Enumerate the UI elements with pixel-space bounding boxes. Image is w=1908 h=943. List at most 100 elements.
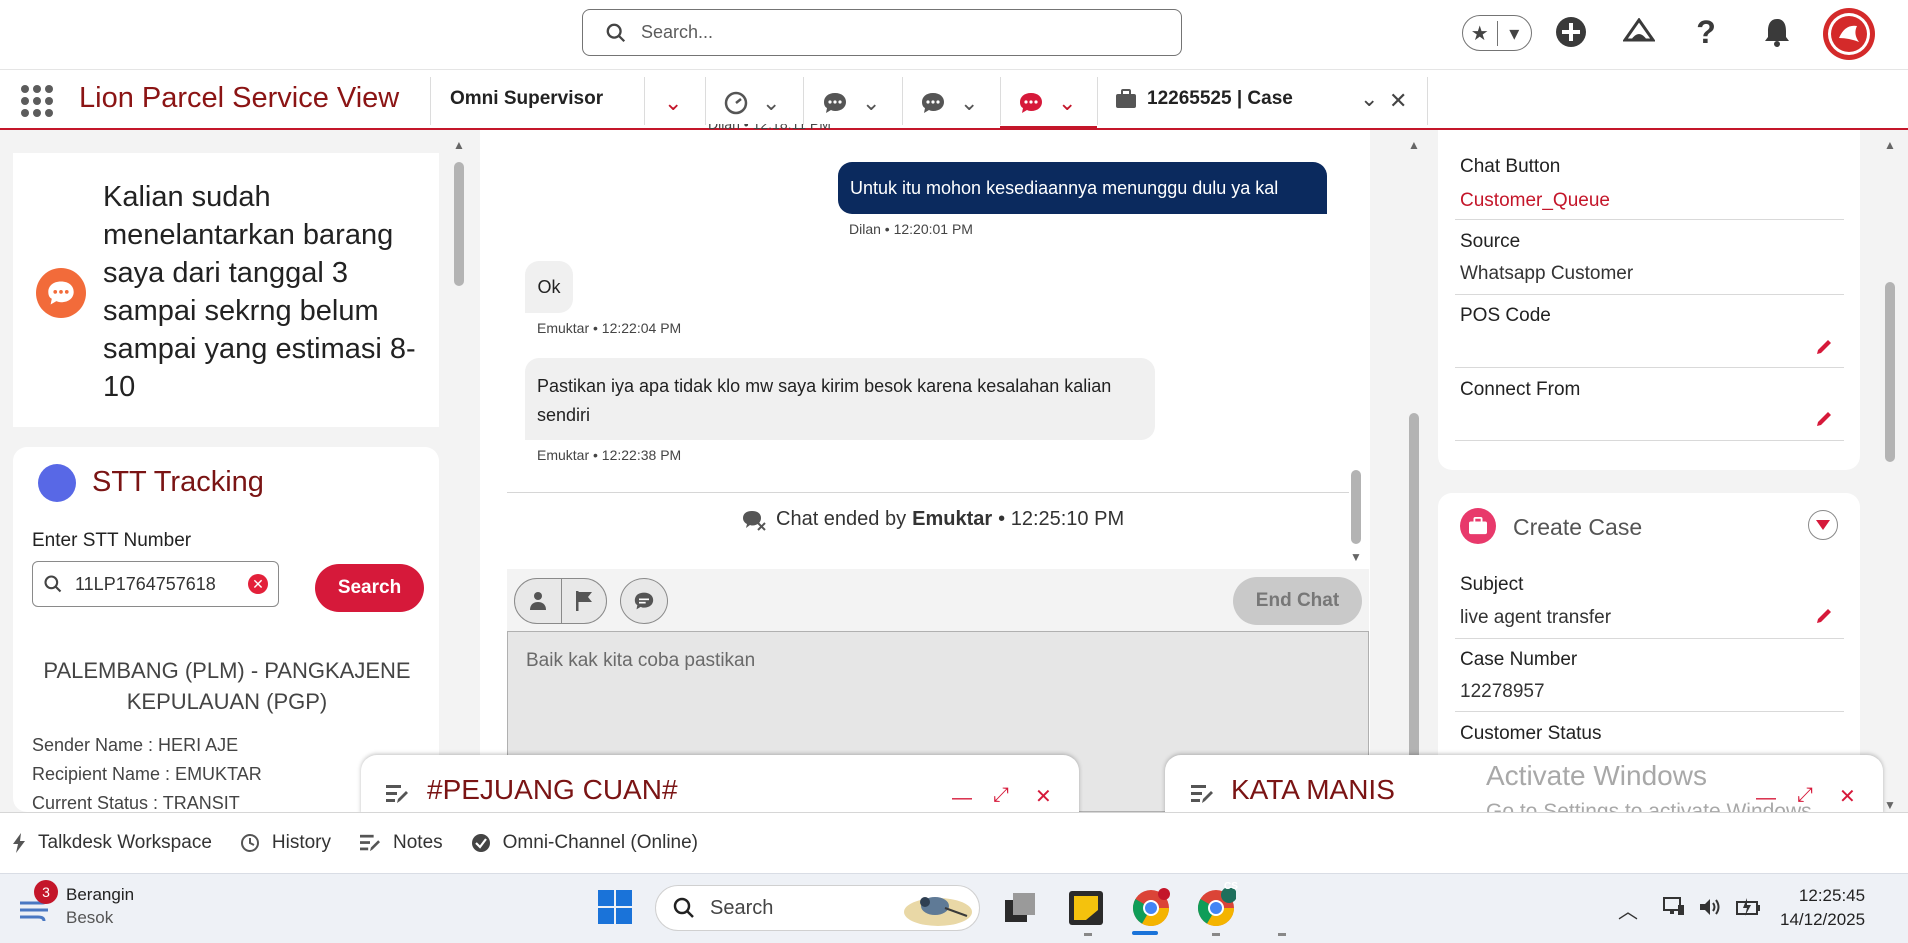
panel-scrollbar[interactable]: ▲: [1407, 138, 1421, 813]
chat-ended-by: Emuktar: [912, 508, 993, 530]
chevron-down-icon[interactable]: ⌄: [664, 90, 682, 116]
utility-history[interactable]: History: [240, 832, 331, 854]
minimize-icon[interactable]: —: [952, 787, 972, 810]
quick-text-button[interactable]: [620, 578, 668, 624]
expand-icon[interactable]: ⤢: [993, 784, 1009, 807]
add-icon[interactable]: [1551, 12, 1591, 52]
nav-divider: [1097, 77, 1098, 125]
chevron-down-icon[interactable]: ⌄: [762, 90, 780, 116]
app-launcher-icon[interactable]: [20, 84, 54, 123]
notes-icon: [386, 785, 408, 803]
edit-pencil-icon[interactable]: [1814, 409, 1834, 429]
chrome-profile-badge: CS: [1224, 881, 1238, 892]
source-label: Source: [1460, 231, 1521, 252]
tray-chevron-icon[interactable]: ︿: [1618, 895, 1638, 924]
search-icon: [606, 23, 626, 42]
message-icon: [634, 592, 654, 610]
divider: [1455, 638, 1844, 639]
tab-chat-active[interactable]: ⌄: [1018, 78, 1076, 128]
stt-search-button[interactable]: Search: [315, 564, 424, 612]
chrome-cs-icon[interactable]: [1196, 888, 1236, 928]
clock-time: 12:25:45: [1798, 886, 1866, 905]
avatar[interactable]: [1823, 8, 1875, 60]
tab-omni-menu[interactable]: ⌄: [664, 78, 682, 128]
running-indicator: [1212, 933, 1220, 936]
chat-button-value[interactable]: Customer_Queue: [1460, 190, 1610, 212]
chat-icon: [1020, 93, 1042, 113]
global-search[interactable]: Search...: [582, 9, 1182, 56]
chat-scrollbar[interactable]: ▼: [1349, 470, 1363, 570]
tab-case[interactable]: 12265525 | Case: [1115, 88, 1293, 110]
search-icon: [673, 897, 694, 918]
divider: [1455, 219, 1844, 220]
utility-notes[interactable]: Notes: [359, 832, 443, 854]
tab-chat-1[interactable]: ⌄: [822, 78, 880, 128]
edit-pencil-icon[interactable]: [1814, 606, 1834, 626]
lightning-icon: [13, 833, 25, 853]
favorites-button[interactable]: ★ ▾: [1462, 15, 1532, 51]
battery-icon[interactable]: [1735, 896, 1761, 918]
search-icon: [44, 575, 62, 593]
clock-date: 14/12/2025: [1780, 910, 1866, 929]
chat-icon: [922, 93, 944, 113]
bell-icon[interactable]: [1757, 12, 1797, 52]
chat-ended-time: • 12:25:10 PM: [998, 508, 1125, 530]
scroll-thumb[interactable]: [1351, 470, 1361, 544]
end-chat-button[interactable]: End Chat: [1233, 577, 1362, 625]
nav-divider: [1427, 77, 1428, 125]
utility-history-label: History: [271, 832, 332, 853]
utility-omni-channel[interactable]: Omni-Channel (Online): [471, 832, 698, 854]
edit-pencil-icon[interactable]: [1814, 337, 1834, 357]
right-scrollbar[interactable]: ▲ ▼: [1883, 138, 1897, 812]
utility-talkdesk[interactable]: Talkdesk Workspace: [12, 832, 212, 854]
clear-icon[interactable]: ✕: [248, 574, 268, 594]
scroll-up-icon[interactable]: ▲: [1884, 138, 1896, 152]
chevron-down-icon[interactable]: ⌄: [960, 90, 978, 116]
scroll-thumb[interactable]: [454, 162, 464, 286]
tab-omni-supervisor[interactable]: Omni Supervisor: [450, 88, 603, 110]
chevron-down-icon[interactable]: ⌄: [1058, 90, 1076, 116]
scroll-up-icon[interactable]: ▲: [1408, 138, 1420, 152]
customer-message-bubble: Pastikan iya apa tidak klo mw saya kirim…: [525, 358, 1155, 440]
volume-icon[interactable]: [1698, 896, 1722, 918]
chevron-down-icon[interactable]: ▾: [1498, 21, 1532, 46]
network-icon[interactable]: [1662, 895, 1686, 919]
case-number-label: Case Number: [1460, 649, 1578, 670]
collapse-toggle-icon[interactable]: [1808, 510, 1838, 540]
scroll-down-icon[interactable]: ▼: [1884, 798, 1896, 812]
nav-divider: [644, 77, 645, 125]
current-status: Current Status : TRANSIT: [32, 793, 240, 813]
sticky-notes-icon[interactable]: [1066, 888, 1106, 928]
scroll-down-icon[interactable]: ▼: [1350, 550, 1362, 564]
close-icon[interactable]: ✕: [1035, 784, 1052, 809]
nav-divider: [803, 77, 804, 125]
chevron-down-icon[interactable]: ⌄: [862, 90, 880, 116]
transfer-button[interactable]: [514, 578, 562, 624]
taskbar-search[interactable]: Search: [655, 885, 980, 931]
scroll-thumb[interactable]: [1885, 282, 1895, 462]
chrome-icon[interactable]: [1131, 888, 1171, 928]
system-clock[interactable]: 12:25:45 14/12/2025: [1780, 884, 1865, 932]
utility-notes-label: Notes: [393, 832, 443, 853]
left-scrollbar[interactable]: ▲: [452, 138, 466, 812]
star-icon[interactable]: ★: [1463, 20, 1498, 46]
divider: [507, 492, 1349, 493]
scroll-thumb[interactable]: [1409, 413, 1419, 813]
tab-chat-2[interactable]: ⌄: [920, 78, 978, 128]
chevron-down-icon[interactable]: ⌄: [1360, 86, 1378, 112]
close-icon[interactable]: ✕: [1389, 88, 1407, 114]
divider: [1455, 294, 1844, 295]
recipient-name: Recipient Name : EMUKTAR: [32, 764, 262, 784]
customer-message-preview: Kalian sudah menelantarkan barang saya d…: [103, 181, 416, 403]
flag-button[interactable]: [561, 578, 607, 624]
windows-start-icon[interactable]: [597, 889, 633, 925]
task-view-icon[interactable]: [1000, 888, 1040, 928]
divider: [1455, 711, 1844, 712]
stt-number-input[interactable]: 11LP1764757618 ✕: [32, 561, 279, 607]
scroll-up-icon[interactable]: ▲: [453, 138, 465, 152]
briefcase-icon: [1116, 89, 1136, 108]
trailhead-icon[interactable]: [1619, 12, 1659, 52]
help-icon[interactable]: ?: [1686, 12, 1726, 52]
tab-supervisor-workspace[interactable]: ⌄: [724, 78, 780, 128]
close-icon[interactable]: ✕: [1839, 784, 1856, 809]
